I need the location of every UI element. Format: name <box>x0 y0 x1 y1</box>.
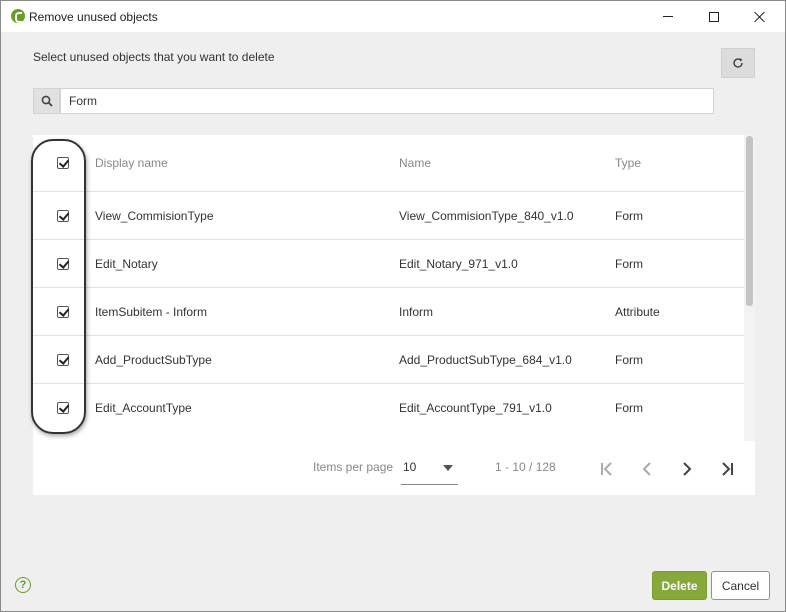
close-button[interactable] <box>737 1 783 32</box>
items-per-page-value: 10 <box>403 460 417 474</box>
row-checkbox-cell <box>51 192 75 239</box>
row-name: Add_ProductSubType_684_v1.0 <box>399 352 572 367</box>
last-page-icon <box>722 462 733 476</box>
title-bar: Remove unused objects <box>1 1 785 32</box>
row-display-name: Edit_Notary <box>95 256 158 271</box>
table-row[interactable]: Edit_Notary Edit_Notary_971_v1.0 Form <box>33 240 744 288</box>
first-page-button[interactable] <box>595 457 619 481</box>
row-name: View_CommisionType_840_v1.0 <box>399 208 574 223</box>
table-row[interactable]: Edit_AccountType Edit_AccountType_791_v1… <box>33 384 744 431</box>
prev-page-button[interactable] <box>635 457 659 481</box>
prev-page-icon <box>642 462 651 476</box>
row-checkbox[interactable] <box>57 353 69 366</box>
maximize-button[interactable] <box>691 1 737 32</box>
items-per-page-label: Items per page <box>313 460 394 474</box>
row-display-name: View_CommisionType <box>95 208 214 223</box>
row-checkbox-cell <box>51 336 75 383</box>
row-type: Form <box>615 208 643 223</box>
column-header-display-name[interactable]: Display name <box>95 135 168 191</box>
row-name: Edit_AccountType_791_v1.0 <box>399 400 552 415</box>
row-type: Form <box>615 352 643 367</box>
objects-table-panel: Display name Name Type View_CommisionTyp… <box>33 135 755 495</box>
chevron-down-icon <box>443 465 453 471</box>
window-title: Remove unused objects <box>29 10 158 24</box>
row-display-name: ItemSubitem - Inform <box>95 304 208 319</box>
row-checkbox-cell <box>51 240 75 287</box>
table-scrollbar[interactable] <box>744 135 755 441</box>
column-header-type[interactable]: Type <box>615 135 641 191</box>
table-row[interactable]: ItemSubitem - Inform Inform Attribute <box>33 288 744 336</box>
row-name: Inform <box>399 304 434 319</box>
row-type: Form <box>615 256 643 271</box>
row-checkbox[interactable] <box>57 305 69 318</box>
remove-unused-objects-dialog: Remove unused objects Select unused obje… <box>0 0 786 612</box>
next-page-button[interactable] <box>675 457 699 481</box>
minimize-icon <box>663 16 673 17</box>
row-type: Attribute <box>615 304 660 319</box>
objects-table: Display name Name Type View_CommisionTyp… <box>33 135 744 431</box>
table-row[interactable]: Add_ProductSubType Add_ProductSubType_68… <box>33 336 744 384</box>
search-icon <box>41 95 53 107</box>
row-display-name: Edit_AccountType <box>95 400 192 415</box>
app-logo-icon <box>11 9 25 23</box>
scrollbar-thumb[interactable] <box>746 136 753 306</box>
pagination-bar: Items per page 10 1 - 10 / 128 <box>33 441 755 495</box>
column-header-name[interactable]: Name <box>399 135 431 191</box>
last-page-button[interactable] <box>715 457 739 481</box>
items-per-page-select[interactable]: 10 <box>401 459 458 485</box>
select-all-cell <box>51 135 75 191</box>
instruction-text: Select unused objects that you want to d… <box>33 50 275 64</box>
close-icon <box>754 11 766 23</box>
row-checkbox-cell <box>51 384 75 431</box>
search-button[interactable] <box>33 88 60 114</box>
table-header: Display name Name Type <box>33 135 744 192</box>
refresh-icon <box>733 58 743 68</box>
row-checkbox[interactable] <box>57 257 69 270</box>
minimize-button[interactable] <box>645 1 691 32</box>
help-icon[interactable]: ? <box>15 577 31 593</box>
row-checkbox[interactable] <box>57 401 69 414</box>
next-page-icon <box>683 462 692 476</box>
delete-button[interactable]: Delete <box>652 571 707 600</box>
cancel-button[interactable]: Cancel <box>711 571 770 600</box>
refresh-button[interactable] <box>721 48 755 78</box>
row-type: Form <box>615 400 643 415</box>
row-name: Edit_Notary_971_v1.0 <box>399 256 518 271</box>
row-display-name: Add_ProductSubType <box>95 352 212 367</box>
row-checkbox-cell <box>51 288 75 335</box>
first-page-icon <box>601 462 612 476</box>
search-input[interactable] <box>60 88 714 114</box>
page-range-text: 1 - 10 / 128 <box>495 460 556 474</box>
row-checkbox[interactable] <box>57 209 69 222</box>
maximize-icon <box>709 11 719 22</box>
select-all-checkbox[interactable] <box>57 157 69 169</box>
table-row[interactable]: View_CommisionType View_CommisionType_84… <box>33 192 744 240</box>
